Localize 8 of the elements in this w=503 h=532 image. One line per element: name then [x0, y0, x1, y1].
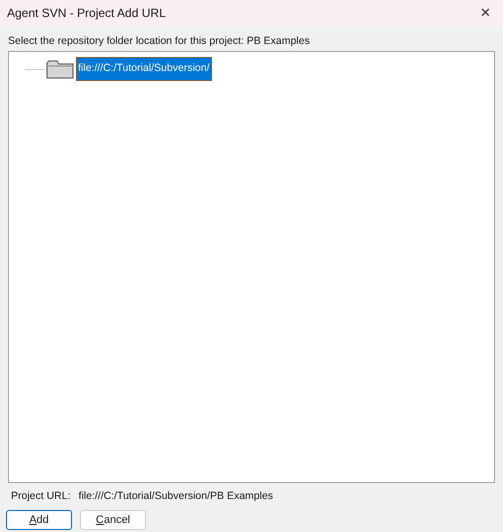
window-title: Agent SVN - Project Add URL: [7, 5, 166, 22]
dialog-button[interactable]: Cancel: [80, 510, 146, 530]
field-label: Project URL:: [11, 489, 71, 504]
close-icon[interactable]: ✕: [480, 3, 491, 23]
project-url-text: file:///C:/Tutorial/Subversion/PB Examples: [78, 489, 274, 504]
instruction-text: Select the repository folder location for this project: PB Examples: [8, 34, 311, 49]
dialog-button[interactable]: Add: [6, 510, 72, 530]
tree-item[interactable]: file:///C:/Tutorial/Subversion/: [76, 57, 212, 81]
